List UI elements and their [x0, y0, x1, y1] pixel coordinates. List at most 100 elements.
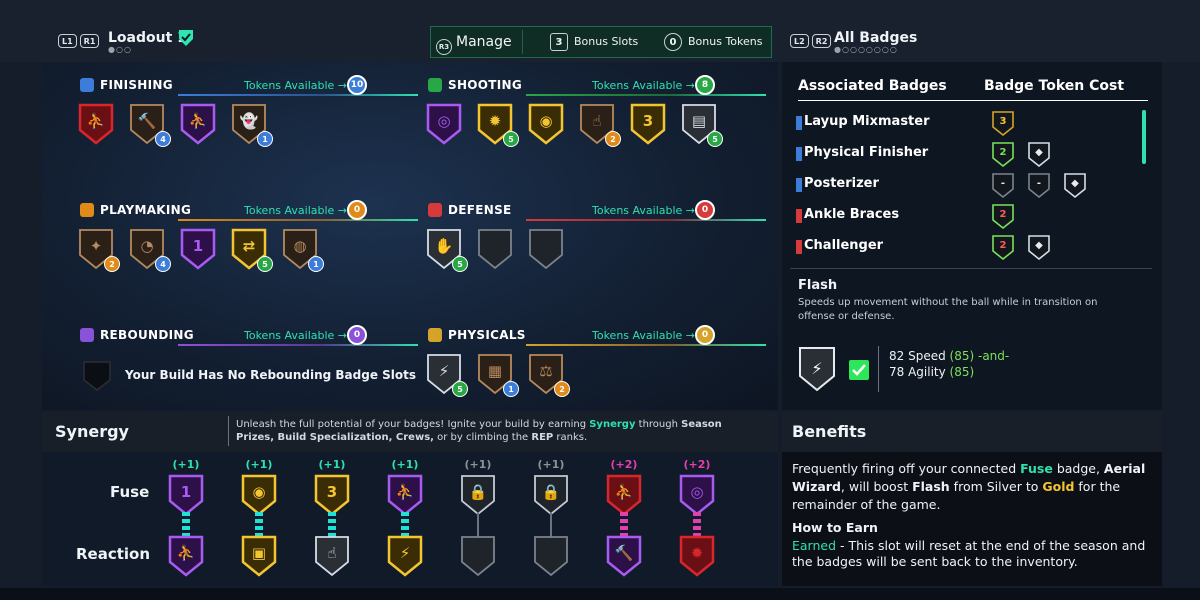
playmaking-badge[interactable]: ⇄ 5: [231, 228, 273, 272]
benefits-title: Benefits: [792, 422, 867, 441]
flash-icon: ⚡: [399, 544, 411, 562]
header-divider: [798, 100, 1148, 101]
loadout-page-dots: ●○○: [108, 45, 132, 54]
token-cost-badge: 2: [992, 235, 1014, 261]
fuse-slot-badge[interactable]: ◎: [679, 474, 715, 516]
shooting-badge[interactable]: ✹ 5: [477, 103, 519, 147]
category-underline: [526, 344, 766, 346]
defense-badge[interactable]: [528, 228, 564, 270]
r2-button[interactable]: R2: [811, 34, 832, 48]
category-color-bar: [796, 147, 802, 161]
playmaking-badge[interactable]: ◔ 4: [129, 228, 171, 272]
associated-badge-name: Ankle Braces: [804, 207, 900, 222]
playmaking-badge[interactable]: ◍ 1: [282, 228, 324, 272]
finishing-badge[interactable]: 👻 1: [231, 103, 273, 147]
how-to-earn-text: Earned - This slot will reset at the end…: [792, 538, 1146, 569]
fuse-slot-badge[interactable]: ⛹: [606, 474, 642, 516]
r1-button[interactable]: R1: [79, 34, 100, 48]
l2-button[interactable]: L2: [790, 34, 809, 48]
posterizer-icon: ⛹: [614, 483, 634, 501]
all-badges-nav[interactable]: L2 R2: [790, 34, 834, 48]
shooting-badge[interactable]: ◉: [528, 103, 564, 145]
finishing-category-title: FINISHING: [80, 78, 173, 92]
token-cost: 2: [999, 209, 1007, 220]
fuse-slot-badge[interactable]: 1: [168, 474, 204, 516]
defense-category-title: DEFENSE: [428, 203, 512, 217]
playmaking-badge[interactable]: 1: [180, 228, 216, 270]
token-cost: -: [1036, 178, 1042, 189]
badge-count: 4: [155, 131, 171, 147]
category-color-bar: [796, 116, 802, 130]
fuse-slot-badge[interactable]: 3: [314, 474, 350, 516]
physicals-badge[interactable]: ⚖ 2: [528, 353, 570, 397]
fuse-slot-badge[interactable]: 🔒: [460, 474, 496, 516]
associated-badge-row[interactable]: Posterizer - - ◆: [782, 172, 1142, 200]
token-cost-badge: 2: [992, 204, 1014, 230]
how-to-earn-title: How to Earn: [792, 520, 878, 535]
badge-count: 5: [707, 131, 723, 147]
all-badges-tab[interactable]: All Badges: [834, 30, 917, 46]
reaction-slot-badge[interactable]: ⚡: [387, 535, 423, 577]
physicals-badge[interactable]: ⚡ 5: [426, 353, 468, 397]
reaction-slot-badge[interactable]: [533, 535, 569, 577]
category-color-bar: [796, 178, 802, 192]
reaction-slot-badge[interactable]: 🔨: [606, 535, 642, 577]
badge-count: 4: [155, 256, 171, 272]
playmaking-category-title: PLAYMAKING: [80, 203, 191, 217]
strength-icon: ⚖: [539, 362, 553, 380]
loadout-nav[interactable]: L1 R1: [58, 34, 102, 48]
target-icon: ◎: [690, 483, 704, 501]
shooting-badge[interactable]: 3: [630, 103, 666, 145]
physicals-badge[interactable]: ▦ 1: [477, 353, 519, 397]
three-icon: 3: [326, 483, 338, 501]
associated-badge-row[interactable]: Physical Finisher 2 ◆: [782, 141, 1142, 169]
associated-badge-row[interactable]: Challenger 2 ◆: [782, 234, 1142, 262]
category-underline: [178, 219, 418, 221]
tokens-available-label: Tokens Available →: [244, 79, 348, 92]
finishing-badge[interactable]: ⛹: [180, 103, 216, 145]
l1-button[interactable]: L1: [58, 34, 77, 48]
finishing-badge[interactable]: ⛹: [78, 103, 114, 145]
reaction-slot-badge[interactable]: [460, 535, 496, 577]
fuse-slot-badge[interactable]: ◉: [241, 474, 277, 516]
associated-badge-row[interactable]: Layup Mixmaster 3: [782, 110, 1142, 138]
synergy-bonus-label: (+1): [172, 458, 200, 471]
playmaking-tokens-count: 0: [347, 200, 367, 220]
reaction-slot-badge[interactable]: ☝: [314, 535, 350, 577]
defense-badge[interactable]: [477, 228, 513, 270]
r3-button[interactable]: R3: [436, 34, 452, 55]
shooting-badge[interactable]: ▤ 5: [681, 103, 723, 147]
tokens-available-label: Tokens Available →: [592, 204, 696, 217]
physicals-category-title: PHYSICALS: [428, 328, 526, 342]
associated-badge-row[interactable]: Ankle Braces 2: [782, 203, 1142, 231]
defense-badge[interactable]: ✋ 5: [426, 228, 468, 272]
speed-requirement: 82 Speed (85) -and-: [889, 349, 1010, 363]
reaction-row-label: Reaction: [76, 545, 151, 563]
reaction-slot-badge[interactable]: ⛹: [168, 535, 204, 577]
hand-icon: ☝: [592, 112, 602, 130]
signal-icon: ◉: [539, 112, 553, 130]
badge-count: 5: [503, 131, 519, 147]
fuse-slot-badge[interactable]: 🔒: [533, 474, 569, 516]
badge-count: 1: [503, 381, 519, 397]
badge-count: 5: [257, 256, 273, 272]
manage-button[interactable]: Manage: [456, 34, 512, 50]
category-name: FINISHING: [100, 78, 173, 92]
playmaking-badge[interactable]: ✦ 2: [78, 228, 120, 272]
fuse-slot-badge[interactable]: ⛹: [387, 474, 423, 516]
list-scrollbar[interactable]: [1142, 110, 1146, 164]
tokens-available-label: Tokens Available →: [244, 204, 348, 217]
bonus-tokens-label: Bonus Tokens: [688, 35, 763, 48]
reaction-slot-badge[interactable]: ✹: [679, 535, 715, 577]
loadout-title[interactable]: Loadout 1: [108, 30, 187, 46]
shooting-badge[interactable]: ☝ 2: [579, 103, 621, 147]
chart-icon: ▤: [691, 112, 707, 130]
three-icon: 3: [642, 112, 654, 130]
finishing-badge[interactable]: 🔨 4: [129, 103, 171, 147]
shooting-badge[interactable]: ◎: [426, 103, 462, 145]
physicals-icon: [428, 328, 442, 342]
physicals-tokens-count: 0: [695, 325, 715, 345]
token-cost-badge: -: [992, 173, 1014, 199]
reaction-slot-badge[interactable]: ▣: [241, 535, 277, 577]
synergy-bonus-label: (+1): [245, 458, 273, 471]
